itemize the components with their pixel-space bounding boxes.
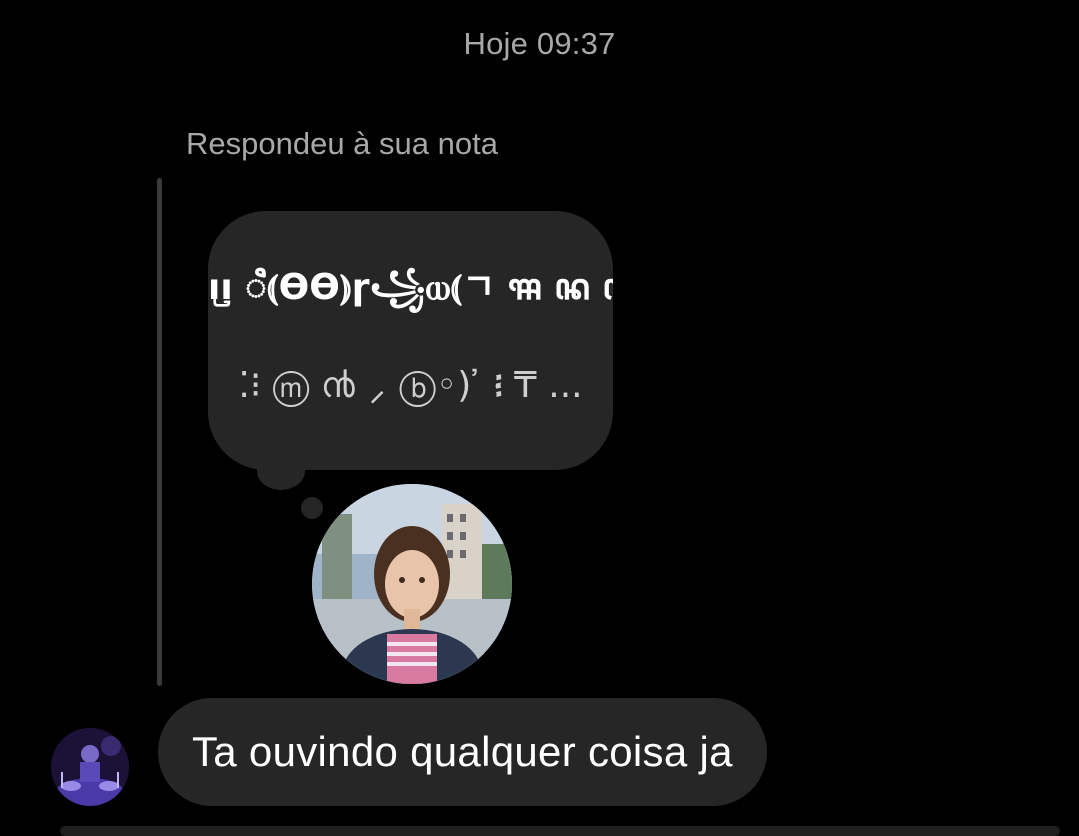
- next-message-edge: [60, 826, 1060, 836]
- note-thought-dot-large: [257, 452, 305, 490]
- reply-context-label: Respondeu à sua nota: [186, 126, 498, 161]
- note-author-avatar[interactable]: [312, 484, 512, 684]
- message-bubble[interactable]: Ta ouvindo qualquer coisa ja: [158, 698, 767, 806]
- message-timestamp: Hoje 09:37: [463, 26, 616, 61]
- avatar-photo-icon: [312, 484, 512, 684]
- avatar-photo-icon: [51, 728, 129, 806]
- sender-avatar[interactable]: [51, 728, 129, 806]
- note-text-line-1: ıı꤬ ꦶ⦅ϴϴ⦆ɼ꧁ⲱ⦅ㄱ ꦯ ꦤ ꦡ..: [208, 267, 613, 308]
- note-text-line-2: ⁚⁝ ⓜ ൯ ⸝ ⓑ◦) ҆ ᎒ ₸ ...: [238, 365, 583, 406]
- message-text: Ta ouvindo qualquer coisa ja: [192, 728, 733, 775]
- reply-quote-bar: [157, 178, 162, 686]
- note-bubble[interactable]: ıı꤬ ꦶ⦅ϴϴ⦆ɼ꧁ⲱ⦅ㄱ ꦯ ꦤ ꦡ.. ⁚⁝ ⓜ ൯ ⸝ ⓑ◦) ҆ ᎒ …: [208, 211, 613, 470]
- note-thought-dot-small: [301, 497, 323, 519]
